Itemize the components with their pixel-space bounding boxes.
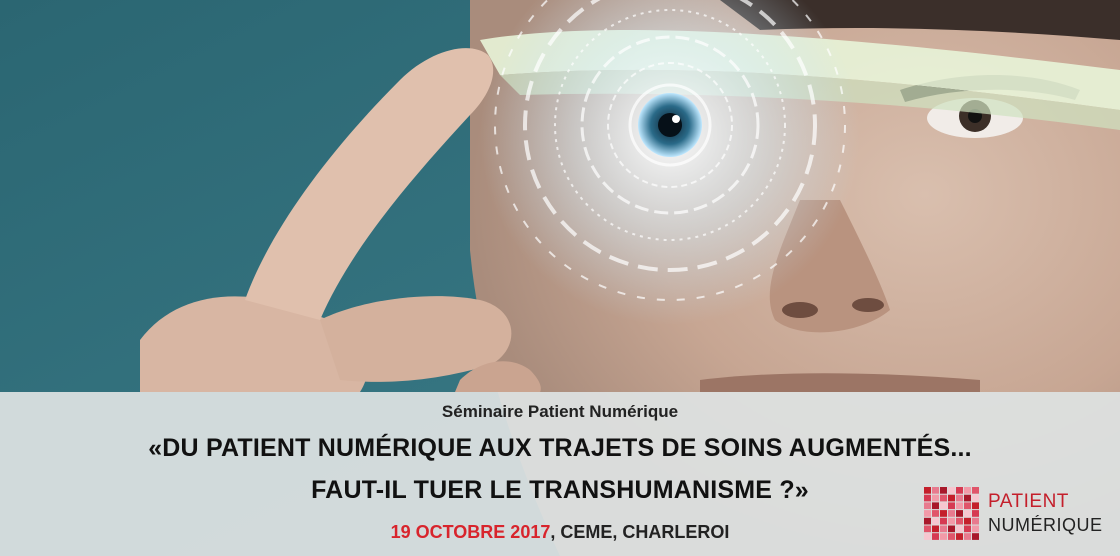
event-banner: Séminaire Patient Numérique «DU PATIENT … [0, 0, 1120, 556]
logo-text-numerique: NUMÉRIQUE [988, 515, 1103, 535]
seminar-title: Séminaire Patient Numérique [441, 402, 679, 421]
patient-numerique-logo: PATIENT NUMÉRIQUE [924, 487, 1109, 541]
pixel-grid-icon [924, 487, 979, 540]
logo-text-patient: PATIENT [988, 491, 1069, 512]
event-date: 19 OCTOBRE 2017 [390, 522, 551, 542]
headline-line-1: «DU PATIENT NUMÉRIQUE AUX TRAJETS DE SOI… [148, 434, 972, 462]
event-location: , CEME, CHARLEROI [550, 522, 730, 542]
